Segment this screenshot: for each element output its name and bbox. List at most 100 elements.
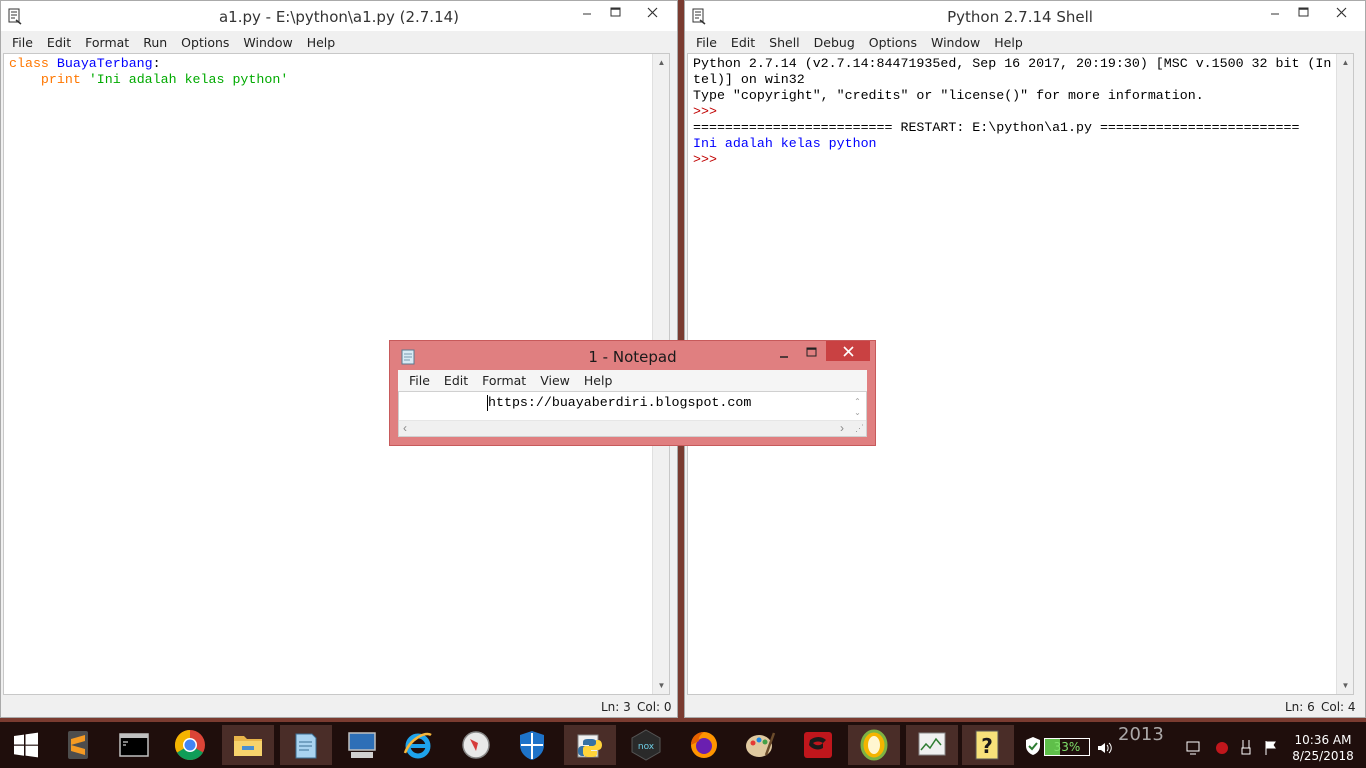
- menu-file[interactable]: File: [5, 35, 40, 50]
- taskbar-cmd[interactable]: [108, 725, 160, 765]
- taskbar-help[interactable]: ?: [962, 725, 1014, 765]
- taskbar-task-manager[interactable]: [906, 725, 958, 765]
- scroll-left-icon[interactable]: ‹: [403, 421, 407, 435]
- close-button[interactable]: [826, 341, 870, 361]
- minimize-button[interactable]: [573, 1, 601, 23]
- maximize-button[interactable]: [1289, 1, 1317, 23]
- paint-icon: [746, 732, 776, 757]
- volume-icon[interactable]: [1096, 740, 1112, 756]
- resize-grip-icon[interactable]: ⋰: [855, 423, 864, 434]
- maximize-icon: [610, 7, 620, 17]
- menu-edit[interactable]: Edit: [724, 35, 762, 50]
- shell-text[interactable]: Python 2.7.14 (v2.7.14:84471935ed, Sep 1…: [688, 54, 1353, 170]
- nox-player-icon: nox: [631, 729, 661, 761]
- scroll-down-icon[interactable]: ⌄: [849, 404, 866, 421]
- scroll-down-icon[interactable]: ▼: [653, 677, 670, 694]
- taskbar-paint[interactable]: [734, 725, 786, 765]
- minimize-icon: [780, 356, 788, 358]
- program-output: Ini adalah kelas python: [693, 136, 877, 151]
- scroll-right-icon[interactable]: ›: [840, 421, 844, 435]
- notepad-text[interactable]: https://buayaberdiri.blogspot.com: [487, 395, 751, 411]
- taskbar: nox ? 33% 2013 10:36 AM 8/25/2018: [0, 722, 1366, 768]
- editor-menubar: File Edit Format Run Options Window Help: [1, 31, 677, 53]
- minimize-icon: [583, 13, 591, 15]
- shell-titlebar[interactable]: Python 2.7.14 Shell: [685, 1, 1365, 31]
- code-line-1: class BuayaTerbang:: [9, 56, 161, 71]
- chrome-icon: [174, 730, 205, 761]
- menu-options[interactable]: Options: [862, 35, 924, 50]
- menu-help[interactable]: Help: [577, 373, 620, 388]
- banner-line: Python 2.7.14 (v2.7.14:84471935ed, Sep 1…: [693, 56, 1332, 71]
- editor-titlebar[interactable]: a1.py - E:\python\a1.py (2.7.14): [1, 1, 677, 31]
- notepad-titlebar[interactable]: 1 - Notepad: [390, 341, 875, 371]
- scroll-up-icon[interactable]: ▲: [1337, 54, 1354, 71]
- maximize-button[interactable]: [601, 1, 629, 23]
- scroll-up-icon[interactable]: ▲: [653, 54, 670, 71]
- sublime-text-icon: [68, 731, 88, 759]
- minimize-button[interactable]: [770, 343, 798, 365]
- notepad-icon: [295, 733, 317, 759]
- menu-shell[interactable]: Shell: [762, 35, 807, 50]
- help-icon: ?: [975, 730, 999, 760]
- taskbar-chrome[interactable]: [164, 725, 216, 765]
- menu-run[interactable]: Run: [136, 35, 174, 50]
- clock[interactable]: 10:36 AM 8/25/2018: [1290, 733, 1356, 763]
- shell-prompt: >>>: [693, 152, 725, 167]
- menu-help[interactable]: Help: [300, 35, 343, 50]
- code-text[interactable]: class BuayaTerbang: print 'Ini adalah ke…: [4, 54, 669, 90]
- close-icon: [647, 7, 657, 17]
- usb-tray-icon[interactable]: [1238, 738, 1254, 756]
- taskbar-remote-desktop[interactable]: [336, 725, 388, 765]
- security-shield-icon[interactable]: [1024, 736, 1042, 756]
- taskbar-python[interactable]: [564, 725, 616, 765]
- notepad-text-area[interactable]: https://buayaberdiri.blogspot.com ⌃ ⌄ ‹ …: [398, 391, 867, 437]
- file-explorer-icon: [234, 736, 262, 756]
- menu-file[interactable]: File: [689, 35, 724, 50]
- firefox-icon: [691, 732, 717, 758]
- svg-text:nox: nox: [638, 742, 655, 752]
- maximize-icon: [806, 347, 816, 357]
- network-icon[interactable]: [1186, 740, 1200, 756]
- battery-indicator[interactable]: 33%: [1044, 738, 1090, 756]
- taskbar-garena[interactable]: [792, 725, 844, 765]
- scroll-down-icon[interactable]: ▼: [1337, 677, 1354, 694]
- banner-line: Type "copyright", "credits" or "license(…: [693, 88, 1204, 103]
- menu-options[interactable]: Options: [174, 35, 236, 50]
- notepad-vertical-scrollbar[interactable]: ⌃ ⌄: [849, 392, 866, 420]
- maximize-button[interactable]: [797, 341, 825, 363]
- taskbar-sublime[interactable]: [52, 725, 104, 765]
- garena-icon: [804, 732, 832, 758]
- menu-window[interactable]: Window: [924, 35, 987, 50]
- menu-debug[interactable]: Debug: [807, 35, 862, 50]
- close-button[interactable]: [630, 1, 674, 23]
- menu-edit[interactable]: Edit: [40, 35, 78, 50]
- shell-vertical-scrollbar[interactable]: ▲ ▼: [1336, 54, 1353, 694]
- menu-help[interactable]: Help: [987, 35, 1030, 50]
- close-button[interactable]: [1319, 1, 1363, 23]
- banner-line: tel)] on win32: [693, 72, 805, 87]
- taskbar-ie[interactable]: [392, 725, 444, 765]
- taskbar-nox[interactable]: nox: [620, 725, 672, 765]
- taskbar-orange-app[interactable]: [848, 725, 900, 765]
- svg-text:?: ?: [981, 734, 993, 758]
- taskbar-notepad[interactable]: [280, 725, 332, 765]
- maximize-icon: [1298, 7, 1308, 17]
- menu-view[interactable]: View: [533, 373, 577, 388]
- menu-format[interactable]: Format: [78, 35, 136, 50]
- taskbar-defender[interactable]: [506, 725, 558, 765]
- taskbar-explorer[interactable]: [222, 725, 274, 765]
- menu-format[interactable]: Format: [475, 373, 533, 388]
- start-button[interactable]: [0, 725, 52, 765]
- taskbar-compass[interactable]: [450, 725, 502, 765]
- minimize-button[interactable]: [1261, 1, 1289, 23]
- menu-edit[interactable]: Edit: [437, 373, 475, 388]
- notepad-horizontal-scrollbar[interactable]: ‹ › ⋰: [399, 420, 866, 436]
- action-center-flag-icon[interactable]: [1264, 740, 1278, 756]
- garena-tray-icon[interactable]: [1214, 740, 1230, 756]
- line-indicator: Ln: 6: [1285, 700, 1315, 714]
- taskbar-firefox[interactable]: [678, 725, 730, 765]
- menu-file[interactable]: File: [402, 373, 437, 388]
- menu-window[interactable]: Window: [236, 35, 299, 50]
- shell-statusbar: Ln: 6 Col: 4: [685, 697, 1365, 717]
- internet-explorer-icon: [403, 732, 432, 759]
